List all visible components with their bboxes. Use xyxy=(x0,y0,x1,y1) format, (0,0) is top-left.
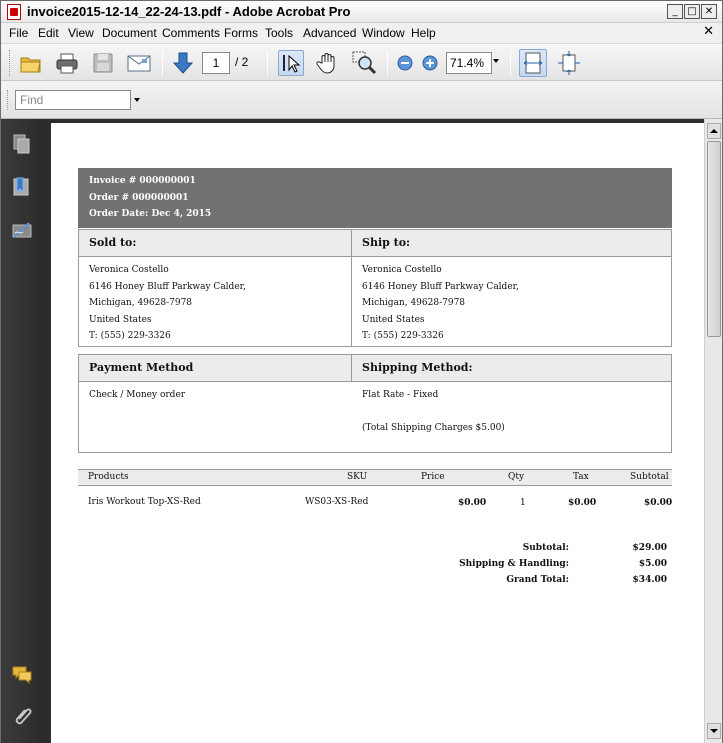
menu-file[interactable]: File xyxy=(9,26,28,40)
column-divider xyxy=(351,355,352,382)
col-tax: Tax xyxy=(573,472,589,482)
payment-method-heading: Payment Method xyxy=(89,361,194,374)
signature-icon[interactable] xyxy=(11,220,33,242)
col-price: Price xyxy=(421,472,445,482)
menu-forms[interactable]: Forms xyxy=(224,26,258,40)
find-input[interactable]: Find xyxy=(15,90,131,110)
window-title: invoice2015-12-14_22-24-13.pdf - Adobe A… xyxy=(27,4,351,19)
page-total: / 2 xyxy=(235,55,249,69)
shipping-method-heading: Shipping Method: xyxy=(362,361,473,374)
hand-icon[interactable] xyxy=(315,50,341,76)
zoom-out-icon[interactable] xyxy=(393,50,419,76)
payment-shipping-section: Payment Method Shipping Method: Check / … xyxy=(78,354,672,453)
close-button[interactable]: ✕ xyxy=(701,4,717,19)
arrow-down-icon[interactable] xyxy=(170,50,196,76)
grand-total-value: $34.00 xyxy=(632,575,667,585)
col-qty: Qty xyxy=(508,472,525,482)
ship-to-line: Veronica Costello xyxy=(362,265,442,275)
printer-icon[interactable] xyxy=(54,50,80,76)
document-viewport[interactable]: Invoice # 000000001 Order # 000000001 Or… xyxy=(41,119,704,743)
menu-advanced[interactable]: Advanced xyxy=(303,26,356,40)
pages-icon[interactable] xyxy=(11,133,33,155)
sold-to-line: United States xyxy=(89,315,152,325)
col-subtotal: Subtotal xyxy=(630,472,669,482)
shipping-method-value: Flat Rate - Fixed xyxy=(362,390,439,400)
menu-edit[interactable]: Edit xyxy=(38,26,59,40)
subtotal-label: Subtotal: xyxy=(522,543,569,553)
column-divider xyxy=(351,230,352,346)
order-date: Order Date: Dec 4, 2015 xyxy=(89,209,212,219)
comments-icon[interactable] xyxy=(11,663,33,685)
menu-comments[interactable]: Comments xyxy=(162,26,220,40)
sold-to-line: T: (555) 229-3326 xyxy=(89,331,171,341)
products-table-header: Products SKU Price Qty Tax Subtotal xyxy=(78,469,672,486)
pdf-app-icon xyxy=(7,4,21,20)
shipping-charges: (Total Shipping Charges $5.00) xyxy=(362,423,505,433)
product-tax: $0.00 xyxy=(568,498,597,508)
find-toolbar: Find xyxy=(1,81,722,119)
ship-to-line: T: (555) 229-3326 xyxy=(362,331,444,341)
acrobat-window: invoice2015-12-14_22-24-13.pdf - Adobe A… xyxy=(0,0,723,743)
email-icon[interactable] xyxy=(126,50,152,76)
menu-help[interactable]: Help xyxy=(411,26,436,40)
pdf-page: Invoice # 000000001 Order # 000000001 Or… xyxy=(51,123,704,743)
minimize-button[interactable]: _ xyxy=(667,4,683,19)
maximize-button[interactable]: □ xyxy=(684,4,700,19)
sold-to-heading: Sold to: xyxy=(89,236,137,249)
zoom-in-icon[interactable] xyxy=(418,50,444,76)
shipping-handling-label: Shipping & Handling: xyxy=(459,559,569,569)
product-sku: WS03-XS-Red xyxy=(305,497,369,507)
menu-bar: File Edit View Document Comments Forms T… xyxy=(1,23,722,43)
address-section: Sold to: Ship to: Veronica Costello 6146… xyxy=(78,229,672,347)
product-subtotal: $0.00 xyxy=(644,498,673,508)
vertical-scrollbar[interactable] xyxy=(704,119,722,743)
navigation-pane xyxy=(1,119,41,743)
fit-page-icon[interactable] xyxy=(556,50,582,76)
sold-to-line: 6146 Honey Bluff Parkway Calder, xyxy=(89,282,246,292)
payment-method-value: Check / Money order xyxy=(89,390,186,400)
menu-tools[interactable]: Tools xyxy=(265,26,293,40)
find-options-chevron-icon[interactable] xyxy=(134,98,140,102)
ship-to-line: United States xyxy=(362,315,425,325)
main-toolbar: 1 / 2 71.4% xyxy=(1,43,722,81)
ship-to-heading: Ship to: xyxy=(362,236,411,249)
sold-to-line: Michigan, 49628-7978 xyxy=(89,298,193,308)
subtotal-value: $29.00 xyxy=(632,543,667,553)
scroll-up-icon[interactable] xyxy=(707,123,721,139)
invoice-number: Invoice # 000000001 xyxy=(89,176,196,186)
grand-total-label: Grand Total: xyxy=(506,575,569,585)
toolbar-grip[interactable] xyxy=(7,90,10,110)
zoom-level-input[interactable]: 71.4% xyxy=(446,52,492,74)
select-cursor-icon[interactable] xyxy=(278,50,304,76)
scroll-down-icon[interactable] xyxy=(707,723,721,739)
ship-to-line: Michigan, 49628-7978 xyxy=(362,298,466,308)
close-document-icon[interactable]: ✕ xyxy=(703,24,714,39)
folder-open-icon[interactable] xyxy=(18,50,44,76)
save-disk-icon[interactable] xyxy=(90,50,116,76)
col-sku: SKU xyxy=(347,472,368,482)
menu-view[interactable]: View xyxy=(68,26,94,40)
invoice-header-band: Invoice # 000000001 Order # 000000001 Or… xyxy=(78,168,672,228)
ship-to-line: 6146 Honey Bluff Parkway Calder, xyxy=(362,282,519,292)
sold-to-line: Veronica Costello xyxy=(89,265,169,275)
product-price: $0.00 xyxy=(458,498,487,508)
product-name: Iris Workout Top-XS-Red xyxy=(88,497,201,507)
chevron-down-icon[interactable] xyxy=(493,59,499,63)
title-bar: invoice2015-12-14_22-24-13.pdf - Adobe A… xyxy=(1,1,722,23)
shipping-handling-value: $5.00 xyxy=(638,559,667,569)
product-qty: 1 xyxy=(520,498,526,508)
bookmark-icon[interactable] xyxy=(11,176,33,198)
col-products: Products xyxy=(88,472,129,482)
menu-window[interactable]: Window xyxy=(362,26,405,40)
menu-document[interactable]: Document xyxy=(102,26,157,40)
paperclip-icon[interactable] xyxy=(11,705,33,727)
fit-width-icon[interactable] xyxy=(519,49,547,77)
scrollbar-thumb[interactable] xyxy=(707,141,721,337)
order-number: Order # 000000001 xyxy=(89,193,189,203)
page-number-input[interactable]: 1 xyxy=(202,52,230,74)
magnifier-icon[interactable] xyxy=(351,50,377,76)
